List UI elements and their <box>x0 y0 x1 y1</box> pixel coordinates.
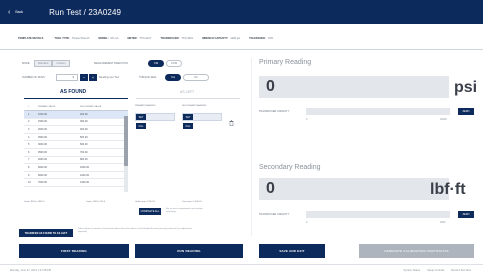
table-row[interactable]: 10 7000.00 1400.00 <box>24 179 128 187</box>
as-left-underline <box>136 98 240 99</box>
table-row[interactable]: 1 1000.00 200.00 <box>24 111 128 119</box>
primary-reading-col: PRIMARY READING <box>135 105 156 107</box>
footer-link-setup[interactable]: Setup Controls <box>427 269 444 272</box>
table-row[interactable]: 9 6000.00 1200.00 <box>24 172 128 180</box>
secondary-fill-button[interactable]: FILL <box>183 123 193 129</box>
secondary-zero-button[interactable]: ZERO <box>458 211 474 218</box>
detail-wrench-capacity: WRENCH CAPACITY: 1000 psi <box>202 37 241 40</box>
secondary-capacity-bar <box>306 211 450 218</box>
secondary-tick-max: 2000 <box>440 221 446 224</box>
complete-all-note: Set to use as adjustment cycle during sp… <box>166 208 203 213</box>
primary-fill-button[interactable]: FILL <box>136 123 146 129</box>
increment-icon[interactable]: + <box>89 74 97 81</box>
primary-capacity-label: TRANSDUCER CAPACITY <box>259 110 290 113</box>
detail-model: MODEL: RC-1A <box>98 37 119 40</box>
table-row[interactable]: 8 5000.00 1000.00 <box>24 164 128 172</box>
table-row[interactable]: 5 3000.00 600.00 <box>24 141 128 149</box>
footer-timestamp: Monday, June 27, 2021 1:17:08 PM <box>10 268 51 272</box>
primary-tick-max: 10000 <box>440 118 447 121</box>
seal-yes[interactable]: Yes <box>165 74 181 81</box>
generate-certificate-button[interactable]: GENERATE CALIBRATION CERTIFICATE <box>359 244 474 258</box>
col-primary: PRIMARY VALUE <box>38 105 56 108</box>
table-scrollbar[interactable] <box>124 116 128 192</box>
primary-tick-min: 0 <box>306 118 308 121</box>
table-row[interactable]: 3 2000.00 400.00 <box>24 126 128 134</box>
secondary-tick-min: 0 <box>306 221 308 224</box>
vertical-divider <box>251 58 252 236</box>
detail-tolerance: TOLERANCE: ±5% <box>249 37 274 40</box>
table-row[interactable]: 4 2500.00 500.00 <box>24 134 128 142</box>
torque-seal-label: TORQUE SEAL <box>139 76 157 79</box>
trash-icon[interactable] <box>229 120 234 126</box>
complete-all-button[interactable]: COMPLETE ALL <box>139 208 161 215</box>
secondary-limits: Limits: 190.0–210.0 <box>86 201 106 203</box>
secondary-reading-col: SECONDARY READING <box>182 105 207 107</box>
page-title: Run Test / 23A0249 <box>49 7 122 17</box>
template-details-strip: TEMPLATE DETAILS TOOL TYPE: Torque Wrench… <box>0 28 483 50</box>
mode-label: MODE <box>22 62 30 65</box>
footer: Monday, June 27, 2021 1:17:08 PM System … <box>0 264 483 275</box>
decrement-icon[interactable]: − <box>80 74 88 81</box>
table-header: # PRIMARY VALUE SECONDARY VALUE <box>24 103 128 111</box>
primary-unit: psi <box>454 79 478 96</box>
detail-template[interactable]: TEMPLATE DETAILS <box>18 37 45 40</box>
max-spec-label: Over spec ≤ 105.0% <box>182 201 202 203</box>
scrollbar-thumb[interactable] <box>124 116 128 166</box>
first-reading-button[interactable]: FIRST READING <box>19 244 129 258</box>
back-label: Back <box>15 10 24 14</box>
footer-link-record[interactable]: Record Test Now <box>451 269 471 272</box>
detail-meter: METER: TTD-A217 <box>127 37 152 40</box>
chevron-left-icon: ‹ <box>8 8 11 16</box>
as-left-heading[interactable]: AS LEFT <box>180 90 194 94</box>
secondary-unit: lbf·ft <box>430 181 466 198</box>
seal-no[interactable]: No <box>183 74 209 81</box>
secondary-reading-value: 0 <box>259 178 449 200</box>
direction-label: MEASUREMENT DIRECTION <box>94 62 128 65</box>
table-row[interactable]: 2 1500.00 300.00 <box>24 119 128 127</box>
direction-ccw[interactable]: CCW <box>166 60 182 67</box>
min-spec-label: Under spec ≥ 95.0% <box>135 201 155 203</box>
footer-link-status[interactable]: System Status <box>403 269 420 272</box>
secondary-set-button[interactable]: SET <box>183 114 193 120</box>
primary-set-button[interactable]: SET <box>136 114 146 120</box>
mode-option-standard[interactable]: Standard <box>34 60 52 67</box>
top-bar: ‹ Back Run Test / 23A0249 <box>0 0 483 24</box>
primary-zero-button[interactable]: ZERO <box>458 108 474 115</box>
mode-option-custom[interactable]: Custom <box>52 60 70 67</box>
per-test-label: Readings per Test <box>99 76 120 79</box>
readings-table: # PRIMARY VALUE SECONDARY VALUE 1 1000.00… <box>24 103 128 187</box>
transfer-button[interactable]: TRANSFER AS FOUND TO AS LEFT <box>19 229 73 237</box>
col-secondary: SECONDARY VALUE <box>80 105 102 108</box>
direction-cw[interactable]: CW <box>148 60 164 67</box>
secondary-capacity-label: TRANSDUCER CAPACITY <box>259 213 290 216</box>
back-button[interactable]: ‹ Back <box>8 9 23 16</box>
detail-tool-type: TOOL TYPE: Torque Wrench <box>54 37 90 40</box>
primary-capacity-bar <box>306 108 450 115</box>
transfer-note: Takes values as found as found and makes… <box>78 228 192 233</box>
runs-input[interactable]: 3 <box>56 74 78 81</box>
runs-stepper[interactable]: − + <box>80 74 97 81</box>
primary-reading-title: Primary Reading <box>259 59 312 66</box>
runs-label: NUMBER OF RUNS <box>22 76 45 79</box>
save-exit-button[interactable]: SAVE AND EXIT <box>259 244 325 258</box>
primary-reading-value: 0 <box>259 76 449 98</box>
mode-toggle[interactable]: Standard Custom <box>34 60 70 67</box>
detail-transducer: TRANSDUCER: TTD-3401 <box>160 37 194 40</box>
secondary-reading-title: Secondary Reading <box>259 164 321 171</box>
footer-links: System Status Setup Controls Record Test… <box>396 269 471 272</box>
primary-limits: Limits: 950.0–1050.0 <box>24 201 45 203</box>
as-found-underline <box>24 98 128 99</box>
run-reading-button[interactable]: RUN READING <box>135 244 243 258</box>
col-index: # <box>28 105 30 108</box>
table-row[interactable]: 7 4000.00 800.00 <box>24 157 128 165</box>
as-found-heading[interactable]: AS FOUND <box>60 89 86 95</box>
table-row[interactable]: 6 3500.00 700.00 <box>24 149 128 157</box>
